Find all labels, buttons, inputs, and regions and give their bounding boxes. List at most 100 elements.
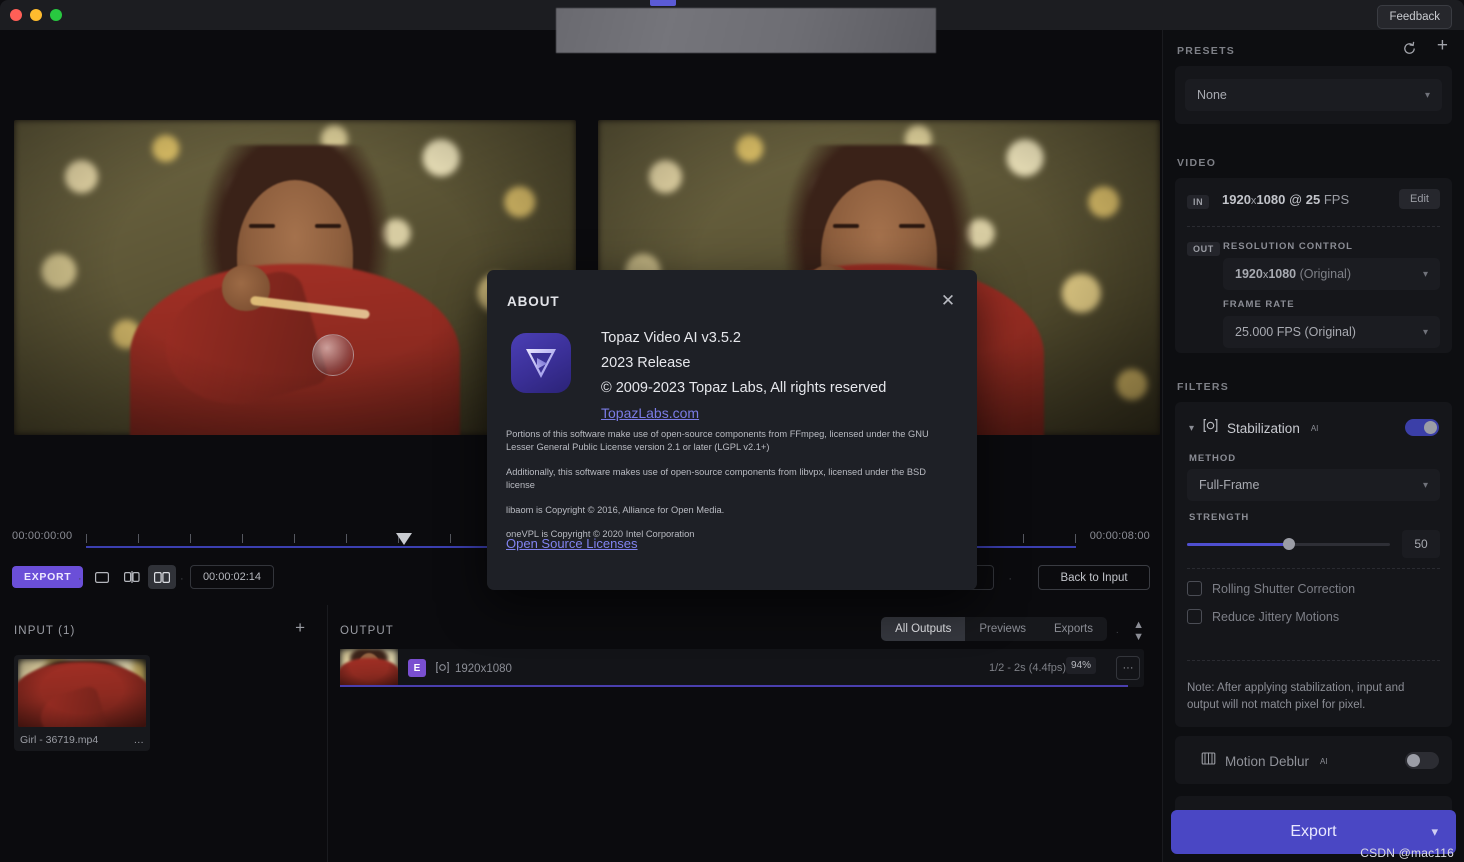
- export-range-chip[interactable]: EXPORT: [12, 566, 84, 588]
- stabilization-icon: [1203, 418, 1218, 438]
- strength-value-box[interactable]: 50: [1402, 530, 1440, 558]
- release-year: 2023 Release: [601, 355, 691, 371]
- blurred-overlay-box: [556, 8, 936, 53]
- output-tabs: All Outputs Previews Exports: [881, 617, 1107, 641]
- feedback-button[interactable]: Feedback: [1377, 5, 1452, 29]
- output-progress-percent: 94%: [1065, 657, 1096, 674]
- current-timecode-field[interactable]: 00:00:02:14: [190, 565, 274, 589]
- open-source-licenses-link[interactable]: Open Source Licenses: [506, 536, 638, 551]
- sort-order-button[interactable]: ▲ ▼: [1133, 619, 1144, 643]
- reduce-jitter-row[interactable]: Reduce Jittery Motions: [1187, 609, 1440, 624]
- input-filename: Girl - 36719.mp4: [20, 734, 99, 746]
- close-icon[interactable]: ✕: [937, 290, 959, 312]
- motion-deblur-name: Motion Deblur: [1225, 753, 1310, 769]
- input-list-item[interactable]: Girl - 36719.mp4 …: [14, 655, 150, 751]
- reduce-jitter-checkbox[interactable]: [1187, 609, 1202, 624]
- legal-paragraph-3: libaom is Copyright © 2016, Alliance for…: [506, 504, 725, 515]
- settings-sidebar: PRESETS + None ▾ VIDEO IN 1920x1080 @ 25…: [1162, 30, 1464, 862]
- input-item-caption: Girl - 36719.mp4 …: [20, 734, 144, 746]
- side-by-side-view-button[interactable]: [148, 565, 176, 589]
- about-dialog-title: ABOUT: [507, 294, 560, 309]
- at-separator: @: [1285, 192, 1306, 207]
- output-panel: OUTPUT All Outputs Previews Exports · ▲ ▼: [328, 605, 1162, 862]
- output-row-meta: 1/2 - 2s (4.4fps): [988, 662, 1066, 674]
- timeline-playhead[interactable]: [396, 533, 412, 545]
- motion-deblur-toggle[interactable]: [1405, 752, 1439, 769]
- topaz-app-icon: [511, 333, 571, 393]
- topaz-video-ai-window: Feedback 00:00:00:00 00:00:08:00 EXPORT …: [0, 0, 1464, 862]
- frame-rate-select[interactable]: 25.000 FPS (Original) ▾: [1223, 316, 1440, 348]
- reduce-jitter-label: Reduce Jittery Motions: [1212, 609, 1340, 624]
- stabilization-filter-card: ▾ Stabilization AI METHOD Full-Frame ▾ S…: [1175, 402, 1452, 727]
- chevron-down-icon[interactable]: ▾: [1431, 824, 1438, 840]
- add-input-button[interactable]: +: [295, 619, 305, 636]
- output-resolution-text: 1920x1080: [455, 663, 512, 675]
- stabilization-divider-2: [1187, 660, 1440, 661]
- method-select[interactable]: Full-Frame ▾: [1187, 469, 1440, 501]
- split-view-button[interactable]: [118, 565, 146, 589]
- output-width: 1920: [1235, 267, 1263, 281]
- chevron-down-icon: ▾: [1424, 89, 1430, 101]
- timeline-start-time: 00:00:00:00: [12, 530, 73, 542]
- output-row-more-button[interactable]: ···: [1116, 656, 1140, 680]
- video-section-label: VIDEO: [1177, 157, 1217, 169]
- strength-slider[interactable]: [1187, 538, 1390, 550]
- input-width: 1920: [1222, 192, 1251, 207]
- input-tag: IN: [1187, 195, 1210, 209]
- frame-rate-value: 25.000 FPS (Original): [1235, 325, 1356, 339]
- about-dialog: ABOUT ✕ Topaz Video AI v3.5.2 2023 Relea…: [487, 270, 977, 590]
- input-fps-unit: FPS: [1320, 192, 1350, 207]
- edit-input-button[interactable]: Edit: [1399, 189, 1440, 209]
- about-product-info: Topaz Video AI v3.5.2 2023 Release © 200…: [601, 330, 886, 421]
- input-height: 1080: [1256, 192, 1286, 207]
- minimize-window-button[interactable]: [30, 9, 42, 21]
- frame-rate-label: FRAME RATE: [1223, 299, 1295, 310]
- toolbar-divider-2: ·: [180, 573, 184, 585]
- strength-control-row: 50: [1187, 530, 1440, 558]
- bottom-panels: INPUT (1) + Girl - 36719.mp4 … OUTPUT Al…: [0, 605, 1162, 862]
- stabilization-checkbox-group: Rolling Shutter Correction Reduce Jitter…: [1187, 568, 1440, 624]
- tab-all-outputs[interactable]: All Outputs: [881, 617, 966, 641]
- product-name-version: Topaz Video AI v3.5.2: [601, 330, 742, 346]
- watermark-text: CSDN @mac116: [1360, 846, 1454, 860]
- stabilization-toggle[interactable]: [1405, 419, 1439, 436]
- preset-select[interactable]: None ▾: [1185, 79, 1442, 111]
- stabilization-header: ▾ Stabilization AI: [1189, 418, 1439, 438]
- tab-previews[interactable]: Previews: [965, 617, 1040, 641]
- ai-badge: AI: [1320, 756, 1328, 766]
- method-value: Full-Frame: [1199, 478, 1260, 492]
- output-resolution-label: 1920x1080: [436, 661, 512, 677]
- input-fps-value: 25: [1305, 192, 1321, 207]
- input-item-more-button[interactable]: …: [134, 734, 145, 746]
- video-settings-card: IN 1920x1080 @ 25 FPS Edit OUT RESOLUTIO…: [1175, 178, 1452, 353]
- output-toolbar-divider: ·: [1115, 627, 1119, 638]
- output-resolution-note: (Original): [1296, 267, 1351, 281]
- input-video-info: 1920x1080 @ 25 FPS: [1222, 192, 1349, 207]
- motion-deblur-filter-card[interactable]: Motion Deblur AI: [1175, 736, 1452, 784]
- input-thumbnail: [18, 659, 146, 727]
- tab-exports[interactable]: Exports: [1040, 617, 1107, 641]
- export-button-label: Export: [1290, 823, 1337, 840]
- single-view-button[interactable]: [88, 565, 116, 589]
- preset-selected-value: None: [1197, 88, 1227, 102]
- reset-presets-icon[interactable]: [1402, 41, 1417, 61]
- presets-section-label: PRESETS: [1177, 45, 1236, 57]
- add-preset-button[interactable]: +: [1437, 36, 1448, 55]
- output-progress-bar: [340, 685, 1128, 687]
- input-panel-title: INPUT (1): [14, 625, 76, 637]
- resolution-control-select[interactable]: 1920x1080 (Original) ▾: [1223, 258, 1440, 290]
- topazlabs-website-link[interactable]: TopazLabs.com: [601, 405, 886, 421]
- collapse-chevron-icon[interactable]: ▾: [1189, 423, 1194, 434]
- resolution-control-label: RESOLUTION CONTROL: [1223, 241, 1353, 252]
- chevron-down-icon: ▾: [1422, 326, 1428, 338]
- back-to-input-button[interactable]: Back to Input: [1038, 565, 1150, 590]
- output-row[interactable]: E 1920x1080 1/2 - 2s (4.4fps) 94% ···: [340, 649, 1144, 687]
- output-tag: OUT: [1187, 242, 1220, 256]
- close-window-button[interactable]: [10, 9, 22, 21]
- output-panel-title: OUTPUT: [340, 625, 394, 637]
- strength-slider-knob[interactable]: [1282, 538, 1295, 550]
- maximize-window-button[interactable]: [50, 9, 62, 21]
- rolling-shutter-row[interactable]: Rolling Shutter Correction: [1187, 581, 1440, 596]
- rolling-shutter-label: Rolling Shutter Correction: [1212, 581, 1356, 596]
- rolling-shutter-checkbox[interactable]: [1187, 581, 1202, 596]
